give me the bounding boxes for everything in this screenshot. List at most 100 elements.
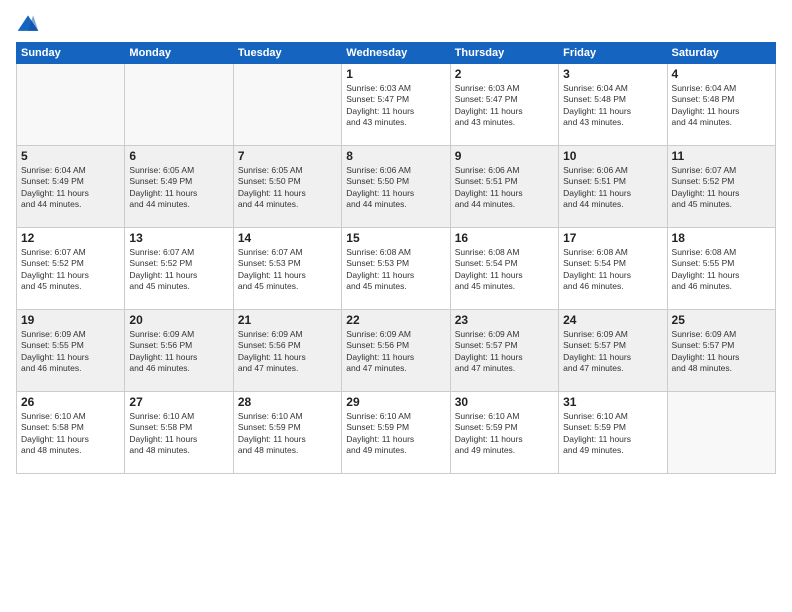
day-number: 27 [129,395,228,409]
cell-details: Sunrise: 6:09 AMSunset: 5:57 PMDaylight:… [672,329,771,375]
calendar-cell [17,64,125,146]
calendar-cell: 15 Sunrise: 6:08 AMSunset: 5:53 PMDayligh… [342,228,450,310]
calendar-cell: 30Sunrise: 6:10 AMSunset: 5:59 PMDayligh… [450,392,558,474]
cell-details: Sunrise: 6:10 AMSunset: 5:58 PMDaylight:… [21,411,120,457]
calendar-cell: 5 Sunrise: 6:04 AMSunset: 5:49 PMDaylight… [17,146,125,228]
weekday-header-wednesday: Wednesday [342,43,450,64]
calendar-cell: 18 Sunrise: 6:08 AMSunset: 5:55 PMDayligh… [667,228,775,310]
day-number: 18 [672,231,771,245]
day-number: 8 [346,149,445,163]
calendar-cell: 29 Sunrise: 6:10 AMSunset: 5:59 PMDayligh… [342,392,450,474]
cell-details: Sunrise: 6:10 AMSunset: 5:59 PMDaylight:… [346,411,445,457]
weekday-header-tuesday: Tuesday [233,43,341,64]
cell-details: Sunrise: 6:10 AMSunset: 5:59 PMDaylight:… [238,411,337,457]
cell-details: Sunrise: 6:04 AMSunset: 5:48 PMDaylight:… [672,83,771,129]
cell-details: Sunrise: 6:05 AMSunset: 5:50 PMDaylight:… [238,165,337,211]
calendar-cell: 26 Sunrise: 6:10 AMSunset: 5:58 PMDayligh… [17,392,125,474]
calendar-cell: 19 Sunrise: 6:09 AMSunset: 5:55 PMDayligh… [17,310,125,392]
cell-details: Sunrise: 6:09 AMSunset: 5:56 PMDaylight:… [238,329,337,375]
cell-details: Sunrise: 6:09 AMSunset: 5:57 PMDaylight:… [455,329,554,375]
cell-details: Sunrise: 6:08 AMSunset: 5:53 PMDaylight:… [346,247,445,293]
day-number: 10 [563,149,662,163]
cell-details: Sunrise: 6:03 AMSunset: 5:47 PMDaylight:… [346,83,445,129]
day-number: 29 [346,395,445,409]
cell-details: Sunrise: 6:04 AMSunset: 5:49 PMDaylight:… [21,165,120,211]
week-row-3: 12 Sunrise: 6:07 AMSunset: 5:52 PMDayligh… [17,228,776,310]
cell-details: Sunrise: 6:09 AMSunset: 5:56 PMDaylight:… [129,329,228,375]
calendar-cell: 6Sunrise: 6:05 AMSunset: 5:49 PMDaylight… [125,146,233,228]
weekday-header-saturday: Saturday [667,43,775,64]
day-number: 25 [672,313,771,327]
calendar-cell: 14 Sunrise: 6:07 AMSunset: 5:53 PMDayligh… [233,228,341,310]
calendar-cell: 4Sunrise: 6:04 AMSunset: 5:48 PMDaylight… [667,64,775,146]
calendar-cell: 28 Sunrise: 6:10 AMSunset: 5:59 PMDayligh… [233,392,341,474]
cell-details: Sunrise: 6:03 AMSunset: 5:47 PMDaylight:… [455,83,554,129]
day-number: 5 [21,149,120,163]
cell-details: Sunrise: 6:09 AMSunset: 5:56 PMDaylight:… [346,329,445,375]
day-number: 19 [21,313,120,327]
calendar-cell: 25 Sunrise: 6:09 AMSunset: 5:57 PMDayligh… [667,310,775,392]
cell-details: Sunrise: 6:08 AMSunset: 5:55 PMDaylight:… [672,247,771,293]
cell-details: Sunrise: 6:04 AMSunset: 5:48 PMDaylight:… [563,83,662,129]
week-row-2: 5 Sunrise: 6:04 AMSunset: 5:49 PMDaylight… [17,146,776,228]
day-number: 31 [563,395,662,409]
day-number: 16 [455,231,554,245]
cell-details: Sunrise: 6:10 AMSunset: 5:59 PMDaylight:… [563,411,662,457]
week-row-1: 1Sunrise: 6:03 AMSunset: 5:47 PMDaylight… [17,64,776,146]
calendar-cell [667,392,775,474]
calendar-cell: 27 Sunrise: 6:10 AMSunset: 5:58 PMDayligh… [125,392,233,474]
cell-details: Sunrise: 6:06 AMSunset: 5:51 PMDaylight:… [563,165,662,211]
week-row-5: 26 Sunrise: 6:10 AMSunset: 5:58 PMDayligh… [17,392,776,474]
logo [16,12,44,36]
cell-details: Sunrise: 6:06 AMSunset: 5:51 PMDaylight:… [455,165,554,211]
calendar-cell: 1Sunrise: 6:03 AMSunset: 5:47 PMDaylight… [342,64,450,146]
cell-details: Sunrise: 6:08 AMSunset: 5:54 PMDaylight:… [455,247,554,293]
day-number: 3 [563,67,662,81]
calendar: SundayMondayTuesdayWednesdayThursdayFrid… [16,42,776,474]
calendar-cell: 21Sunrise: 6:09 AMSunset: 5:56 PMDayligh… [233,310,341,392]
day-number: 30 [455,395,554,409]
calendar-cell: 9 Sunrise: 6:06 AMSunset: 5:51 PMDaylight… [450,146,558,228]
cell-details: Sunrise: 6:07 AMSunset: 5:52 PMDaylight:… [21,247,120,293]
weekday-header-friday: Friday [559,43,667,64]
calendar-cell: 2 Sunrise: 6:03 AMSunset: 5:47 PMDaylight… [450,64,558,146]
calendar-cell: 7 Sunrise: 6:05 AMSunset: 5:50 PMDaylight… [233,146,341,228]
cell-details: Sunrise: 6:10 AMSunset: 5:58 PMDaylight:… [129,411,228,457]
weekday-header-thursday: Thursday [450,43,558,64]
calendar-cell: 11 Sunrise: 6:07 AMSunset: 5:52 PMDayligh… [667,146,775,228]
calendar-cell: 20 Sunrise: 6:09 AMSunset: 5:56 PMDayligh… [125,310,233,392]
day-number: 12 [21,231,120,245]
day-number: 23 [455,313,554,327]
day-number: 20 [129,313,228,327]
cell-details: Sunrise: 6:07 AMSunset: 5:52 PMDaylight:… [672,165,771,211]
day-number: 13 [129,231,228,245]
weekday-header-row: SundayMondayTuesdayWednesdayThursdayFrid… [17,43,776,64]
calendar-cell: 24Sunrise: 6:09 AMSunset: 5:57 PMDayligh… [559,310,667,392]
day-number: 28 [238,395,337,409]
calendar-cell: 16 Sunrise: 6:08 AMSunset: 5:54 PMDayligh… [450,228,558,310]
weekday-header-monday: Monday [125,43,233,64]
header [16,12,776,36]
day-number: 14 [238,231,337,245]
calendar-cell: 13 Sunrise: 6:07 AMSunset: 5:52 PMDayligh… [125,228,233,310]
day-number: 7 [238,149,337,163]
weekday-header-sunday: Sunday [17,43,125,64]
day-number: 26 [21,395,120,409]
day-number: 15 [346,231,445,245]
calendar-cell [233,64,341,146]
day-number: 17 [563,231,662,245]
day-number: 24 [563,313,662,327]
calendar-cell: 3 Sunrise: 6:04 AMSunset: 5:48 PMDaylight… [559,64,667,146]
cell-details: Sunrise: 6:07 AMSunset: 5:52 PMDaylight:… [129,247,228,293]
calendar-cell: 10 Sunrise: 6:06 AMSunset: 5:51 PMDayligh… [559,146,667,228]
day-number: 2 [455,67,554,81]
day-number: 9 [455,149,554,163]
cell-details: Sunrise: 6:07 AMSunset: 5:53 PMDaylight:… [238,247,337,293]
calendar-cell: 23 Sunrise: 6:09 AMSunset: 5:57 PMDayligh… [450,310,558,392]
calendar-cell: 8Sunrise: 6:06 AMSunset: 5:50 PMDaylight… [342,146,450,228]
calendar-cell: 31 Sunrise: 6:10 AMSunset: 5:59 PMDayligh… [559,392,667,474]
cell-details: Sunrise: 6:05 AMSunset: 5:49 PMDaylight:… [129,165,228,211]
cell-details: Sunrise: 6:09 AMSunset: 5:55 PMDaylight:… [21,329,120,375]
calendar-cell: 17Sunrise: 6:08 AMSunset: 5:54 PMDayligh… [559,228,667,310]
day-number: 11 [672,149,771,163]
